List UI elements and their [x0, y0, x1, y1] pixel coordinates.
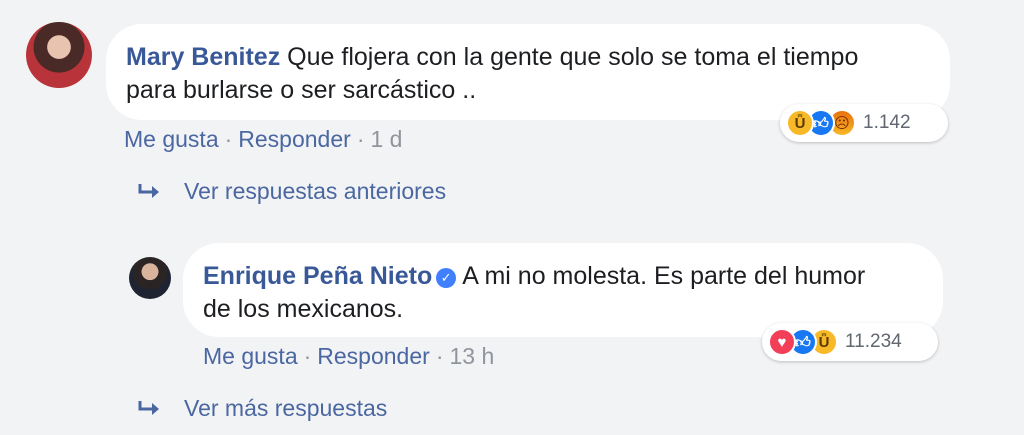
reply-button[interactable]: Responder [317, 343, 430, 369]
separator-dot: · [303, 343, 312, 369]
avatar[interactable] [26, 22, 92, 88]
view-previous-replies-link[interactable]: Ver respuestas anteriores [138, 178, 446, 205]
reaction-count: 11.234 [845, 331, 902, 352]
comment-text: para burlarse o ser sarcástico .. [126, 76, 477, 104]
timestamp[interactable]: 1 d [370, 126, 402, 152]
view-previous-replies-label[interactable]: Ver respuestas anteriores [184, 178, 446, 205]
comment-text-line: Enrique Peña Nieto ✓ A mi no molesta. Es p… [203, 260, 923, 293]
haha-reaction-icon: Ǖ [786, 109, 814, 137]
author-name[interactable]: Enrique Peña Nieto [203, 262, 432, 290]
reply-arrow-icon [138, 400, 159, 415]
comment-actions: Me gusta · Responder · 13 h [203, 342, 494, 370]
reaction-count: 1.142 [863, 112, 911, 133]
reactions-summary[interactable]: ♥ 👍︎ Ǖ 11.234 [762, 323, 938, 361]
comment-text-line: de los mexicanos. [203, 293, 923, 326]
comment-text-line: Mary Benitez Que flojera con la gente qu… [126, 41, 930, 74]
verified-badge-icon: ✓ [436, 268, 457, 288]
comment-thread: Mary Benitez Que flojera con la gente qu… [0, 0, 1024, 435]
comment-text: de los mexicanos. [203, 295, 404, 323]
comment-actions: Me gusta · Responder · 1 d [124, 125, 402, 153]
like-button[interactable]: Me gusta [203, 343, 298, 369]
separator-dot: · [356, 126, 365, 152]
reactions-summary[interactable]: Ǖ 👍︎ ☹ 1.142 [780, 104, 948, 142]
comment-text: A mi no molesta. Es parte del humor [462, 262, 866, 290]
timestamp[interactable]: 13 h [449, 343, 494, 369]
separator-dot: · [224, 126, 233, 152]
reply-button[interactable]: Responder [238, 126, 351, 152]
view-more-replies-link[interactable]: Ver más respuestas [138, 395, 387, 422]
view-more-replies-label[interactable]: Ver más respuestas [184, 395, 387, 422]
author-name[interactable]: Mary Benitez [126, 43, 280, 71]
love-reaction-icon: ♥ [768, 328, 796, 356]
reply-arrow-icon [138, 183, 159, 198]
comment-text-line: para burlarse o ser sarcástico .. [126, 74, 930, 107]
comment-text: Que flojera con la gente que solo se tom… [287, 43, 859, 71]
like-button[interactable]: Me gusta [124, 126, 219, 152]
avatar[interactable] [129, 257, 171, 299]
separator-dot: · [435, 343, 444, 369]
